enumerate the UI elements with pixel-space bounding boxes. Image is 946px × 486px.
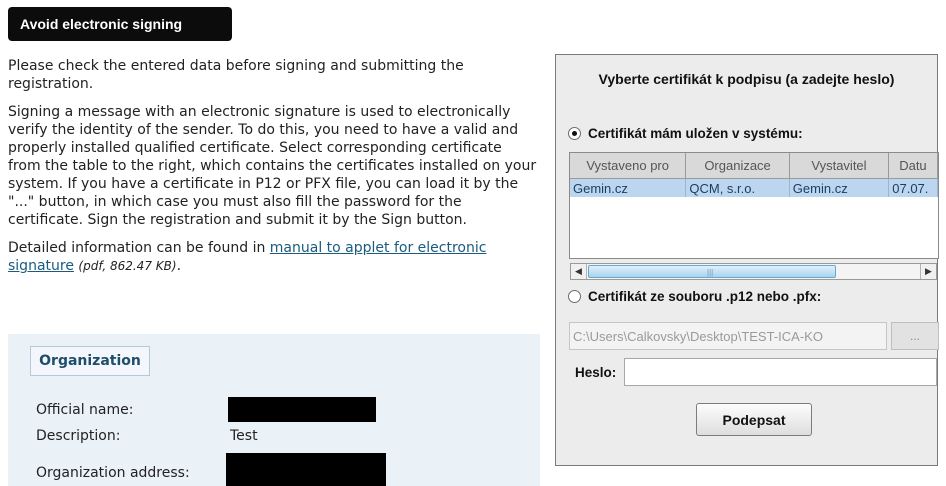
signing-applet: Vyberte certifikát k podpisu (a zadejte …: [555, 54, 939, 466]
scroll-right-icon[interactable]: ▶: [920, 264, 936, 279]
password-field[interactable]: [624, 358, 937, 386]
column-header[interactable]: Organizace: [686, 153, 790, 178]
table-cell: Gemin.cz: [790, 179, 890, 197]
table-cell: Gemin.cz: [570, 179, 687, 197]
organization-address-redacted: [226, 453, 386, 486]
description-value: Test: [230, 428, 258, 444]
intro-paragraph-3: Detailed information can be found in man…: [8, 239, 538, 275]
scroll-thumb[interactable]: |||: [588, 265, 836, 278]
password-label: Heslo:: [575, 365, 617, 380]
instructions: Please check the entered data before sig…: [8, 57, 538, 285]
option-system-certificate[interactable]: Certifikát mám uložen v systému:: [568, 126, 803, 141]
manual-file-meta: (pdf, 862.47 KB): [78, 259, 177, 273]
manual-suffix: .: [176, 258, 182, 274]
browse-file-button[interactable]: ...: [891, 322, 939, 350]
option-file-label: Certifikát ze souboru .p12 nebo .pfx:: [588, 289, 822, 304]
organization-tab[interactable]: Organization: [30, 346, 150, 376]
official-name-redacted: [228, 397, 376, 422]
applet-title: Vyberte certifikát k podpisu (a zadejte …: [598, 71, 895, 87]
certificate-file-path-field[interactable]: C:\Users\Calkovsky\Desktop\TEST-ICA-KO: [569, 322, 887, 350]
scroll-left-icon[interactable]: ◀: [571, 264, 587, 279]
column-header[interactable]: Vystaveno pro: [570, 153, 687, 178]
grip-icon: |||: [707, 268, 714, 277]
column-header[interactable]: Vystavitel: [790, 153, 890, 178]
radio-system-selected[interactable]: [568, 127, 581, 140]
table-row[interactable]: Gemin.cz QCM, s.r.o. Gemin.cz 07.07.: [570, 179, 938, 197]
column-header[interactable]: Datu: [889, 153, 938, 178]
description-label: Description:: [36, 428, 121, 444]
option-file-certificate[interactable]: Certifikát ze souboru .p12 nebo .pfx:: [568, 289, 821, 304]
intro-paragraph-1: Please check the entered data before sig…: [8, 58, 464, 92]
avoid-electronic-signing-button[interactable]: Avoid electronic signing: [8, 7, 232, 41]
intro-paragraph-2: Signing a message with an electronic sig…: [8, 104, 537, 228]
table-cell: 07.07.: [889, 179, 938, 197]
organization-address-label: Organization address:: [36, 465, 190, 481]
radio-file-unselected[interactable]: [568, 290, 581, 303]
table-horizontal-scrollbar[interactable]: ◀ ||| ▶: [570, 263, 937, 280]
official-name-label: Official name:: [36, 402, 134, 418]
certificate-table[interactable]: Vystaveno pro Organizace Vystavitel Datu…: [569, 152, 939, 259]
option-system-label: Certifikát mám uložen v systému:: [588, 126, 803, 141]
manual-prefix: Detailed information can be found in: [8, 240, 270, 256]
sign-button[interactable]: Podepsat: [696, 403, 812, 436]
table-cell: QCM, s.r.o.: [686, 179, 790, 197]
certificate-table-header: Vystaveno pro Organizace Vystavitel Datu: [570, 153, 938, 179]
